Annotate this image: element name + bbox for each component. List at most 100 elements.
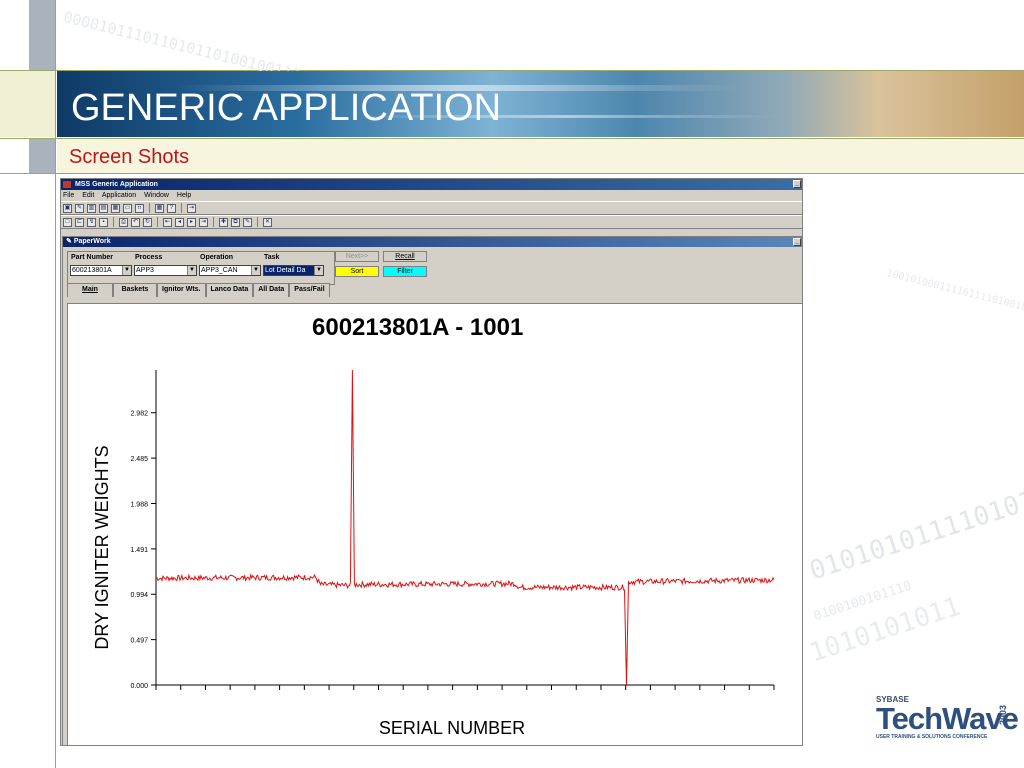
toolbar-separator xyxy=(157,217,158,227)
tab-ignitor-wts[interactable]: Ignitor Wts. xyxy=(157,283,206,297)
tab-bar: Main Baskets Ignitor Wts. Lanco Data All… xyxy=(67,283,330,297)
exit-icon[interactable]: ⇥ xyxy=(187,203,196,213)
subtitle-bar: Screen Shots xyxy=(57,139,1024,173)
logo-year: 2003 xyxy=(998,705,1008,726)
y-axis-label: DRY IGNITER WEIGHTS xyxy=(92,445,112,649)
chevron-down-icon[interactable]: ▼ xyxy=(314,266,323,275)
copy-row-icon[interactable]: ⧉ xyxy=(231,217,240,227)
part-number-label: Part Number xyxy=(71,254,114,261)
next-record-icon[interactable]: ▸ xyxy=(187,217,196,227)
y-tick-label: 0.000 xyxy=(130,683,148,690)
grid-icon[interactable]: ⠿ xyxy=(135,203,144,213)
toolbar-separator xyxy=(257,217,258,227)
igniter-weight-chart: 0.000 0.497 0.994 1.491 1.988 2.485 2.982 DRY I… xyxy=(92,369,775,738)
operation-dropdown[interactable]: APP3_CAN ▼ xyxy=(199,265,261,276)
app-titlebar: MSS Generic Application _ xyxy=(61,179,802,190)
process-dropdown[interactable]: APP3 ▼ xyxy=(134,265,197,276)
save-icon[interactable]: ▪ xyxy=(99,217,108,227)
toolbar-separator xyxy=(213,217,214,227)
app-window: MSS Generic Application _ File Edit Appl… xyxy=(60,178,803,746)
paperwork-title: PaperWork xyxy=(73,238,111,245)
toolbar-bottom: □ ⊏ ↯ ▪ ⎙ ↶ ↻ ⇤ ◂ ▸ ⇥ ✚ ⧉ ✎ ✕ xyxy=(61,215,802,229)
chevron-down-icon[interactable]: ▼ xyxy=(251,266,260,275)
task-dropdown[interactable]: Lot Detail Da ▼ xyxy=(263,265,324,276)
toolbar-separator xyxy=(149,203,150,213)
process-value: APP3 xyxy=(136,267,154,274)
x-axis-label: SERIAL NUMBER xyxy=(379,718,525,738)
tab-baskets[interactable]: Baskets xyxy=(113,283,157,297)
tile-icon[interactable]: ▥ xyxy=(87,203,96,213)
print-icon[interactable]: ⎙ xyxy=(119,217,128,227)
new-file-icon[interactable]: □ xyxy=(63,217,72,227)
sort-button[interactable]: Sort xyxy=(335,266,379,277)
previous-record-icon[interactable]: ◂ xyxy=(175,217,184,227)
filter-button[interactable]: Filter xyxy=(383,266,427,277)
logo-brand-main: TechWave xyxy=(876,701,1019,736)
y-tick-label: 2.982 xyxy=(130,411,148,418)
y-tick-label: 0.497 xyxy=(130,638,148,645)
chevron-down-icon[interactable]: ▼ xyxy=(122,266,131,275)
open-folder-icon[interactable]: ⊏ xyxy=(75,217,84,227)
child-minimize-icon[interactable]: _ xyxy=(793,238,801,246)
decor-vertical-line xyxy=(55,0,56,768)
binary-watermark-right: 01010101111010101001001010101 xyxy=(806,417,1024,587)
menu-file[interactable]: File xyxy=(63,192,74,199)
calculator-icon[interactable]: ▦ xyxy=(155,203,164,213)
menu-help[interactable]: Help xyxy=(177,192,191,199)
menu-application[interactable]: Application xyxy=(102,192,136,199)
refresh-icon[interactable]: ↻ xyxy=(143,217,152,227)
retrieve-icon[interactable]: ↯ xyxy=(87,217,96,227)
toolbar-top: ▣ ✎ ▥ ▤ ▦ ▭ ⠿ ▦ ? ⇥ xyxy=(61,201,802,215)
insert-row-icon[interactable]: ✚ xyxy=(219,217,228,227)
toolbar-separator xyxy=(113,217,114,227)
app-icon xyxy=(63,180,71,188)
binary-watermark-mid: 100101000111101111010010 xyxy=(885,268,1024,314)
techwave-logo: SYBASE TechWave USER TRAINING & SOLUTION… xyxy=(876,695,1019,751)
menu-window[interactable]: Window xyxy=(144,192,169,199)
pencil-icon: ✎ xyxy=(66,238,74,245)
help-icon[interactable]: ? xyxy=(167,203,176,213)
y-tick-label: 0.994 xyxy=(130,592,148,599)
window-icon[interactable]: ▭ xyxy=(123,203,132,213)
y-tick-label: 1.491 xyxy=(130,547,148,554)
next-button[interactable]: Next>> xyxy=(335,251,379,262)
window-list-icon[interactable]: ▤ xyxy=(99,203,108,213)
toolbar-separator xyxy=(181,203,182,213)
series-line xyxy=(155,369,775,686)
slide-subtitle: Screen Shots xyxy=(69,146,190,168)
operation-label: Operation xyxy=(200,254,234,261)
edit-row-icon[interactable]: ✎ xyxy=(243,217,252,227)
corner-square xyxy=(29,0,55,71)
operation-value: APP3_CAN xyxy=(201,267,238,274)
menu-bar: File Edit Application Window Help xyxy=(61,190,802,201)
part-number-dropdown[interactable]: 600213801A ▼ xyxy=(70,265,132,276)
part-number-value: 600213801A xyxy=(72,267,112,274)
menu-edit[interactable]: Edit xyxy=(82,192,94,199)
tab-lanco-data[interactable]: Lanco Data xyxy=(205,283,254,297)
y-tick-label: 2.485 xyxy=(130,456,148,463)
close-icon[interactable]: ✕ xyxy=(263,217,272,227)
process-label: Process xyxy=(135,254,163,261)
chevron-down-icon[interactable]: ▼ xyxy=(187,266,196,275)
task-value: Lot Detail Da xyxy=(265,267,306,274)
corner-square-mid xyxy=(29,139,55,173)
paperwork-titlebar: ✎ PaperWork _ xyxy=(63,237,802,247)
key-icon[interactable]: ✎ xyxy=(75,203,84,213)
first-record-icon[interactable]: ⇤ xyxy=(163,217,172,227)
recall-button[interactable]: Recall xyxy=(383,251,427,262)
plot-area: 600213801A - 1001 0.000 0.497 0.994 1.491 1.… xyxy=(67,303,802,745)
decor-bottom-line xyxy=(0,173,1024,174)
task-label: Task xyxy=(264,254,280,261)
cascade-icon[interactable]: ▦ xyxy=(111,203,120,213)
app-title: MSS Generic Application xyxy=(74,181,158,188)
tab-main[interactable]: Main xyxy=(67,283,113,297)
title-banner: GENERIC APPLICATION xyxy=(57,71,1024,137)
corner-square-light xyxy=(0,71,55,137)
last-record-icon[interactable]: ⇥ xyxy=(199,217,208,227)
tab-pass-fail[interactable]: Pass/Fail xyxy=(289,283,330,297)
undo-icon[interactable]: ↶ xyxy=(131,217,140,227)
slide-title: GENERIC APPLICATION xyxy=(71,87,502,129)
open-window-icon[interactable]: ▣ xyxy=(63,203,72,213)
minimize-icon[interactable]: _ xyxy=(793,180,801,188)
tab-all-data[interactable]: All Data xyxy=(253,283,290,297)
